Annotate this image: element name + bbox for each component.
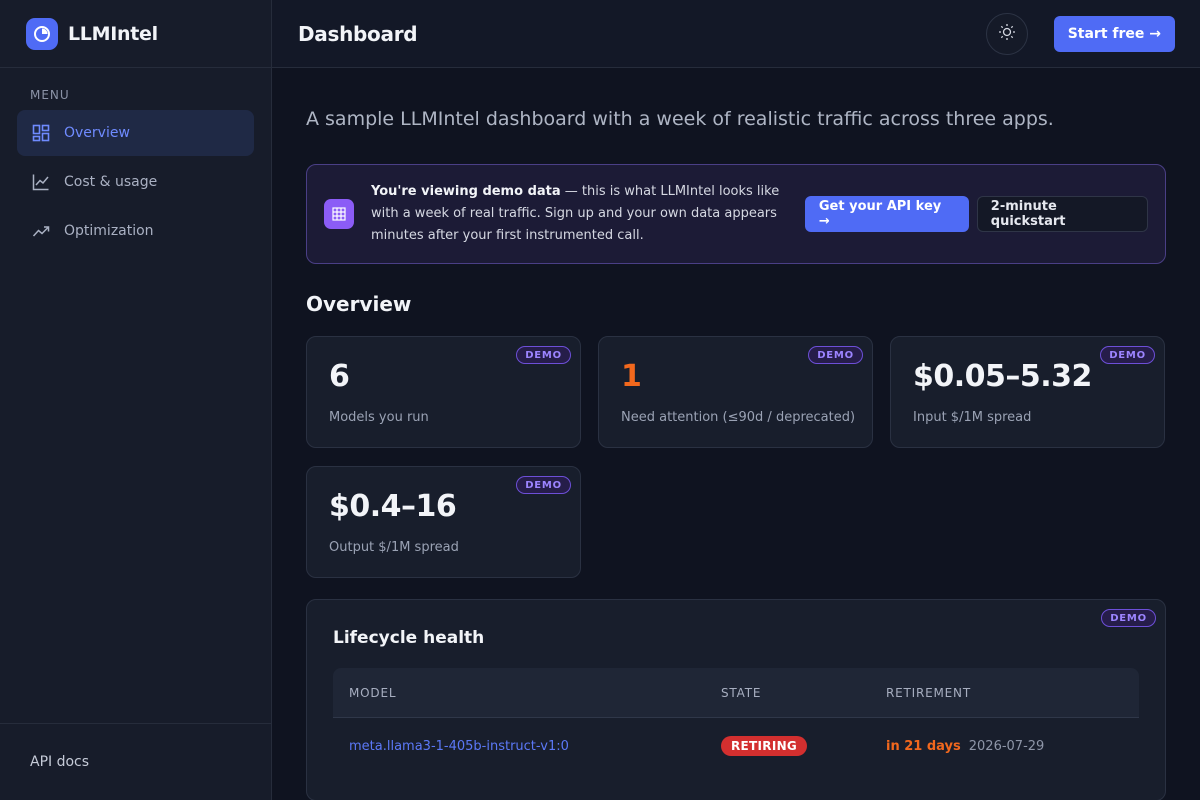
sidebar-item-cost-usage[interactable]: Cost & usage — [17, 159, 254, 205]
retirement-cell: in 21 days 2026-07-29 — [886, 739, 1044, 754]
sidebar-item-label: Cost & usage — [64, 174, 158, 190]
sun-icon — [998, 23, 1016, 45]
stat-card-input-spread: DEMO $0.05–5.32 Input $/1M spread — [890, 336, 1165, 448]
line-chart-icon — [31, 172, 51, 192]
grid-icon — [31, 123, 51, 143]
pie-chart-icon — [26, 17, 58, 50]
demo-badge: DEMO — [516, 346, 571, 364]
sidebar-item-overview[interactable]: Overview — [17, 110, 254, 156]
state-badge: RETIRING — [721, 736, 808, 756]
start-free-button[interactable]: Start free → — [1053, 15, 1175, 52]
column-header-model: MODEL — [349, 685, 397, 700]
stat-value: 1 — [621, 359, 642, 394]
panel-title: Lifecycle health — [333, 628, 485, 648]
stat-label: Output $/1M spread — [329, 540, 459, 555]
column-header-retirement: RETIREMENT — [886, 685, 971, 700]
model-link[interactable]: meta.llama3-1-405b-instruct-v1:0 — [349, 739, 569, 754]
state-cell: RETIRING — [721, 736, 886, 756]
demo-data-banner: You're viewing demo data — this is what … — [306, 164, 1166, 264]
demo-badge: DEMO — [808, 346, 863, 364]
stat-value: 6 — [329, 359, 350, 394]
brand-name: LLMIntel — [68, 22, 158, 45]
get-api-key-button[interactable]: Get your API key → — [804, 196, 969, 232]
demo-badge: DEMO — [1101, 609, 1156, 627]
theme-toggle-button[interactable] — [985, 12, 1028, 55]
retirement-countdown: in 21 days — [886, 738, 961, 754]
api-docs-link[interactable]: API docs — [0, 723, 271, 800]
stat-card-output-spread: DEMO $0.4–16 Output $/1M spread — [306, 466, 581, 578]
retirement-date: 2026-07-29 — [968, 738, 1045, 754]
lifecycle-health-panel: DEMO Lifecycle health MODEL STATE RETIRE… — [306, 599, 1166, 800]
stat-label: Input $/1M spread — [913, 410, 1032, 425]
topbar: Dashboard Start free → — [272, 0, 1200, 68]
table-header: MODEL STATE RETIREMENT — [333, 668, 1139, 718]
page-subtitle: A sample LLMIntel dashboard with a week … — [306, 108, 1054, 130]
banner-bold: You're viewing demo data — [371, 184, 561, 199]
sidebar-nav: Overview Cost & usage Optimization — [0, 110, 271, 254]
api-docs-label: API docs — [30, 754, 90, 770]
stats-grid: DEMO 6 Models you run DEMO 1 Need attent… — [306, 336, 1166, 578]
calendar-grid-icon — [324, 199, 354, 229]
trend-up-icon — [31, 221, 51, 241]
demo-badge: DEMO — [1100, 346, 1155, 364]
overview-heading: Overview — [306, 292, 412, 316]
sidebar-item-label: Optimization — [64, 223, 154, 239]
app-shell: LLMIntel MENU Overview Cost & usage Opti — [0, 0, 1200, 800]
quickstart-button[interactable]: 2-minute quickstart — [976, 196, 1148, 232]
stat-value: $0.05–5.32 — [913, 359, 1092, 394]
banner-text: You're viewing demo data — this is what … — [371, 181, 805, 247]
stat-card-models: DEMO 6 Models you run — [306, 336, 581, 448]
lifecycle-table: MODEL STATE RETIREMENT meta.llama3-1-405… — [333, 668, 1139, 774]
stat-label: Models you run — [329, 410, 429, 425]
menu-label: MENU — [30, 88, 70, 102]
sidebar: LLMIntel MENU Overview Cost & usage Opti — [0, 0, 272, 800]
stat-card-attention: DEMO 1 Need attention (≤90d / deprecated… — [598, 336, 873, 448]
main-area: Dashboard Start free → A sample LLMIntel… — [272, 0, 1200, 800]
column-header-state: STATE — [721, 685, 762, 700]
table-row: meta.llama3-1-405b-instruct-v1:0 RETIRIN… — [333, 718, 1139, 774]
sidebar-item-optimization[interactable]: Optimization — [17, 208, 254, 254]
stat-label: Need attention (≤90d / deprecated) — [621, 410, 856, 425]
page-title: Dashboard — [298, 21, 418, 46]
brand[interactable]: LLMIntel — [0, 0, 271, 68]
stat-value: $0.4–16 — [329, 489, 457, 524]
sidebar-item-label: Overview — [64, 125, 130, 141]
demo-badge: DEMO — [516, 476, 571, 494]
model-cell: meta.llama3-1-405b-instruct-v1:0 — [349, 739, 721, 754]
content: A sample LLMIntel dashboard with a week … — [272, 108, 1200, 800]
